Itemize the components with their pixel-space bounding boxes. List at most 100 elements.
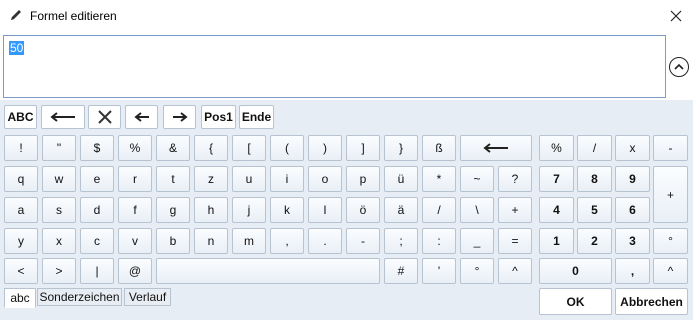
key[interactable]: u [232, 166, 266, 192]
pos1-button[interactable]: Pos1 [201, 105, 236, 129]
chevron-up-icon [674, 63, 684, 70]
numpad-plus-key[interactable]: + [653, 166, 688, 223]
collapse-keyboard-button[interactable] [669, 57, 689, 77]
tab-sonderzeichen[interactable]: Sonderzeichen [37, 288, 122, 306]
key[interactable]: l [308, 197, 342, 223]
key[interactable]: _ [460, 228, 494, 254]
cursor-left-button[interactable] [125, 105, 158, 129]
numpad-key[interactable]: 6 [615, 197, 650, 223]
ok-button[interactable]: OK [539, 288, 612, 315]
key[interactable]: t [156, 166, 190, 192]
numpad-key[interactable]: 3 [615, 228, 650, 254]
ende-button[interactable]: Ende [239, 105, 274, 129]
key[interactable]: q [4, 166, 38, 192]
key[interactable]: ß [422, 135, 456, 161]
numpad-key[interactable]: x [615, 135, 650, 161]
key[interactable]: @ [118, 258, 152, 284]
key[interactable]: w [42, 166, 76, 192]
numpad-key[interactable]: 4 [539, 197, 574, 223]
backspace-key[interactable] [460, 135, 532, 161]
key[interactable]: # [384, 258, 418, 284]
numpad-key[interactable]: 9 [615, 166, 650, 192]
numpad-zero-key[interactable]: 0 [539, 258, 612, 284]
arrow-right-icon [172, 112, 188, 122]
pencil-icon [9, 8, 23, 22]
numpad-key[interactable]: 8 [577, 166, 612, 192]
numpad-key[interactable]: 7 [539, 166, 574, 192]
key[interactable]: $ [80, 135, 114, 161]
key[interactable]: j [232, 197, 266, 223]
key[interactable]: | [80, 258, 114, 284]
key[interactable]: ' [422, 258, 456, 284]
key[interactable]: - [346, 228, 380, 254]
close-button[interactable] [664, 5, 688, 27]
key[interactable]: c [80, 228, 114, 254]
key[interactable]: ] [346, 135, 380, 161]
numpad-key[interactable]: % [539, 135, 574, 161]
key[interactable]: ü [384, 166, 418, 192]
key[interactable]: ^ [498, 258, 532, 284]
numpad-key[interactable]: ^ [653, 258, 688, 284]
key[interactable]: ! [4, 135, 38, 161]
key[interactable]: y [4, 228, 38, 254]
key[interactable]: > [42, 258, 76, 284]
key[interactable]: x [42, 228, 76, 254]
key[interactable]: + [498, 197, 532, 223]
key[interactable]: e [80, 166, 114, 192]
key[interactable]: p [346, 166, 380, 192]
key[interactable]: { [194, 135, 228, 161]
key[interactable]: & [156, 135, 190, 161]
tab-abc[interactable]: abc [4, 288, 36, 308]
key[interactable]: ; [384, 228, 418, 254]
key[interactable]: } [384, 135, 418, 161]
backspace-button[interactable] [41, 105, 85, 129]
key[interactable]: z [194, 166, 228, 192]
key[interactable]: % [118, 135, 152, 161]
numpad-key[interactable]: 1 [539, 228, 574, 254]
key[interactable]: ö [346, 197, 380, 223]
numpad-key[interactable]: 5 [577, 197, 612, 223]
numpad-key[interactable]: ° [653, 228, 688, 254]
numpad-key[interactable]: - [653, 135, 688, 161]
key[interactable]: < [4, 258, 38, 284]
key[interactable]: f [118, 197, 152, 223]
key[interactable]: d [80, 197, 114, 223]
key[interactable]: , [270, 228, 304, 254]
space-key[interactable] [156, 258, 380, 284]
key[interactable]: g [156, 197, 190, 223]
key[interactable]: / [422, 197, 456, 223]
cursor-right-button[interactable] [163, 105, 196, 129]
key[interactable]: i [270, 166, 304, 192]
key[interactable]: ( [270, 135, 304, 161]
key[interactable]: " [42, 135, 76, 161]
cancel-button[interactable]: Abbrechen [615, 288, 688, 315]
key[interactable]: m [232, 228, 266, 254]
key[interactable]: v [118, 228, 152, 254]
key[interactable]: h [194, 197, 228, 223]
key[interactable]: b [156, 228, 190, 254]
formula-input[interactable]: 50 [3, 35, 666, 98]
key[interactable]: * [422, 166, 456, 192]
key[interactable]: n [194, 228, 228, 254]
numpad-key[interactable]: 2 [577, 228, 612, 254]
key[interactable]: : [422, 228, 456, 254]
key[interactable]: \ [460, 197, 494, 223]
tab-verlauf[interactable]: Verlauf [124, 288, 171, 306]
key[interactable]: ä [384, 197, 418, 223]
key[interactable]: ° [460, 258, 494, 284]
key[interactable]: s [42, 197, 76, 223]
key[interactable]: r [118, 166, 152, 192]
key[interactable]: ? [498, 166, 532, 192]
key[interactable]: = [498, 228, 532, 254]
abc-case-button[interactable]: ABC [4, 105, 37, 129]
key[interactable]: . [308, 228, 342, 254]
clear-button[interactable] [88, 105, 121, 129]
numpad-key[interactable]: / [577, 135, 612, 161]
key[interactable]: o [308, 166, 342, 192]
key[interactable]: ~ [460, 166, 494, 192]
key[interactable]: [ [232, 135, 266, 161]
numpad-key[interactable]: , [615, 258, 650, 284]
key[interactable]: k [270, 197, 304, 223]
key[interactable]: ) [308, 135, 342, 161]
key[interactable]: a [4, 197, 38, 223]
